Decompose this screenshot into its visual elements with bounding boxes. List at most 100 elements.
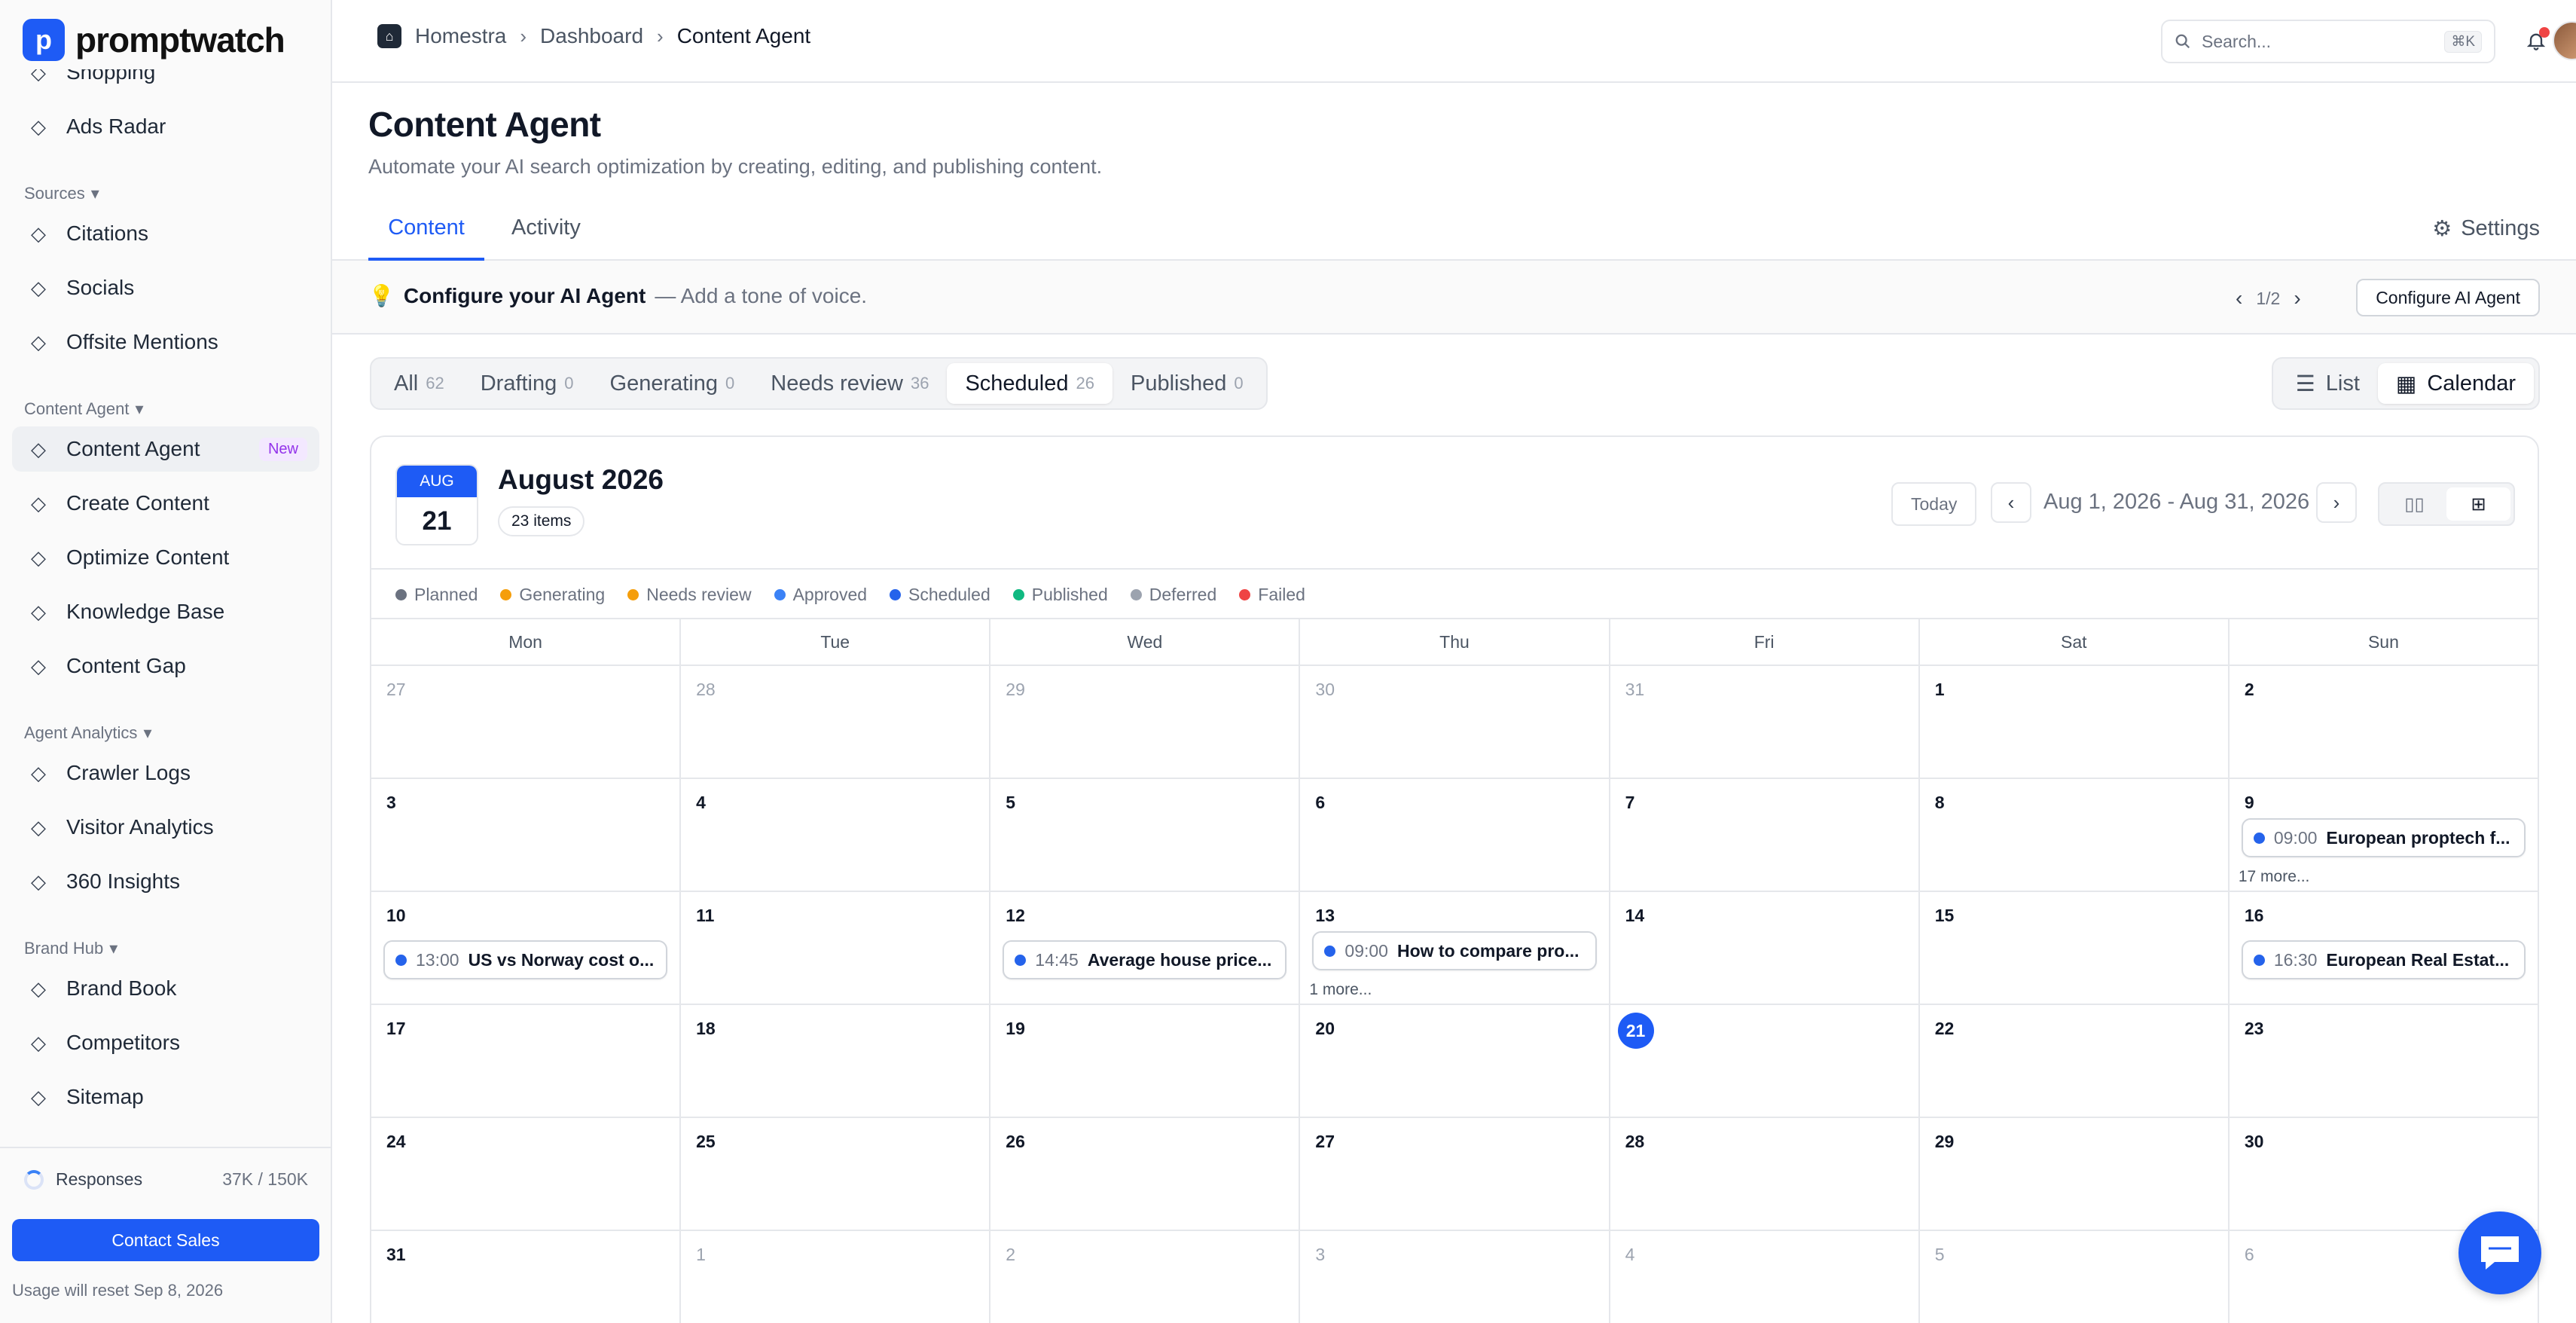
- next-month-button[interactable]: ›: [2316, 482, 2357, 523]
- settings-button[interactable]: ⚙ Settings: [2432, 215, 2540, 242]
- sidebar-item-offsite-mentions[interactable]: ◇ Offsite Mentions: [12, 319, 319, 365]
- sidebar-item-create-content[interactable]: ◇ Create Content: [12, 481, 319, 526]
- calendar-view-button[interactable]: ▦ Calendar: [2377, 363, 2534, 404]
- sidebar-item-knowledge-base[interactable]: ◇ Knowledge Base: [12, 589, 319, 634]
- calendar-day-cell[interactable]: 4: [1610, 1231, 1920, 1323]
- sidebar-section-heading[interactable]: Sources ▾: [24, 184, 99, 203]
- logo[interactable]: p promptwatch: [23, 18, 285, 62]
- tab-content[interactable]: Content: [368, 215, 484, 261]
- list-view-button[interactable]: ☰ List: [2278, 363, 2378, 404]
- calendar-day-cell[interactable]: 24: [371, 1118, 682, 1230]
- more-events-link[interactable]: 17 more...: [2239, 868, 2310, 886]
- calendar-day-cell[interactable]: 1: [1920, 666, 2230, 778]
- calendar-day-cell[interactable]: 22: [1920, 1005, 2230, 1117]
- calendar-day-cell[interactable]: 31: [371, 1231, 682, 1323]
- calendar-day-cell[interactable]: 2: [990, 1231, 1301, 1323]
- calendar-day-cell[interactable]: 5: [990, 779, 1301, 891]
- calendar-day-cell[interactable]: 9 09:00 European proptech f... 17 more...: [2230, 779, 2538, 891]
- calendar-day-cell[interactable]: 12 14:45 Average house price...: [990, 892, 1301, 1004]
- calendar-day-cell[interactable]: 18: [681, 1005, 991, 1117]
- tab-activity[interactable]: Activity: [511, 215, 581, 261]
- filter-drafting[interactable]: Drafting 0: [462, 363, 592, 404]
- calendar-day-cell[interactable]: 26: [990, 1118, 1301, 1230]
- week-layout-button[interactable]: ▯▯: [2382, 487, 2446, 521]
- chat-widget-button[interactable]: [2458, 1211, 2541, 1294]
- sidebar-section-heading[interactable]: Content Agent ▾: [24, 399, 144, 419]
- sidebar-item-ads-radar[interactable]: ◇ Ads Radar: [12, 104, 319, 149]
- calendar-day-cell[interactable]: 19: [990, 1005, 1301, 1117]
- calendar-event[interactable]: 09:00 European proptech f...: [2241, 818, 2526, 857]
- calendar-day-cell[interactable]: 21: [1610, 1005, 1920, 1117]
- calendar-day-cell[interactable]: 14: [1610, 892, 1920, 1004]
- calendar-day-cell[interactable]: 2: [2230, 666, 2538, 778]
- calendar-day-cell[interactable]: 27: [371, 666, 682, 778]
- sidebar-item-content-agent[interactable]: ◇ Content Agent New: [12, 426, 319, 472]
- sidebar-item-competitors[interactable]: ◇ Competitors: [12, 1020, 319, 1065]
- calendar-event[interactable]: 14:45 Average house price...: [1003, 940, 1287, 979]
- sidebar-item-sitemap[interactable]: ◇ Sitemap: [12, 1074, 319, 1120]
- calendar-event[interactable]: 16:30 European Real Estat...: [2241, 940, 2526, 979]
- calendar-day-cell[interactable]: 4: [681, 779, 991, 891]
- calendar-day-cell[interactable]: 6: [1300, 779, 1610, 891]
- calendar-day-cell[interactable]: 3: [371, 779, 682, 891]
- calendar-day-cell[interactable]: 3: [1300, 1231, 1610, 1323]
- sidebar-item-citations[interactable]: ◇ Citations: [12, 211, 319, 256]
- weekday-label: Thu: [1300, 619, 1610, 665]
- day-number: 17: [386, 1019, 406, 1038]
- sidebar-item-optimize-content[interactable]: ◇ Optimize Content: [12, 535, 319, 580]
- filter-needs-review[interactable]: Needs review 36: [752, 363, 947, 404]
- sidebar-item-socials[interactable]: ◇ Socials: [12, 265, 319, 310]
- today-button[interactable]: Today: [1891, 482, 1977, 526]
- breadcrumb-org[interactable]: Homestra: [415, 24, 506, 48]
- calendar-day-cell[interactable]: 8: [1920, 779, 2230, 891]
- more-events-link[interactable]: 1 more...: [1309, 981, 1372, 999]
- filter-scheduled[interactable]: Scheduled 26: [947, 363, 1113, 404]
- calendar-day-cell[interactable]: 28: [1610, 1118, 1920, 1230]
- breadcrumb-dashboard[interactable]: Dashboard: [540, 24, 643, 48]
- sidebar-item-content-gap[interactable]: ◇ Content Gap: [12, 643, 319, 689]
- sidebar-item-crawler-logs[interactable]: ◇ Crawler Logs: [12, 750, 319, 796]
- calendar-day-cell[interactable]: 7: [1610, 779, 1920, 891]
- calendar-day-cell[interactable]: 5: [1920, 1231, 2230, 1323]
- calendar-day-cell[interactable]: 27: [1300, 1118, 1610, 1230]
- calendar-day-cell[interactable]: 29: [990, 666, 1301, 778]
- legend-dot: [1012, 589, 1024, 600]
- calendar-event[interactable]: 13:00 US vs Norway cost o...: [383, 940, 668, 979]
- sidebar-item-shopping[interactable]: ◇ Shopping: [12, 69, 319, 95]
- calendar-day-cell[interactable]: 17: [371, 1005, 682, 1117]
- calendar-day-cell[interactable]: 31: [1610, 666, 1920, 778]
- contact-sales-button[interactable]: Contact Sales: [12, 1219, 319, 1261]
- calendar-day-cell[interactable]: 1: [681, 1231, 991, 1323]
- sidebar-section-heading[interactable]: Brand Hub ▾: [24, 939, 118, 958]
- calendar-day-cell[interactable]: 25: [681, 1118, 991, 1230]
- day-number: 31: [1625, 680, 1645, 699]
- calendar-day-cell[interactable]: 29: [1920, 1118, 2230, 1230]
- chart-line-icon: ◇: [31, 815, 46, 839]
- filter-all[interactable]: All 62: [376, 363, 462, 404]
- sidebar-item-brand-book[interactable]: ◇ Brand Book: [12, 966, 319, 1011]
- filter-published[interactable]: Published 0: [1113, 363, 1262, 404]
- prev-month-button[interactable]: ‹: [1991, 482, 2031, 523]
- sidebar-item-360-insights[interactable]: ◇ 360 Insights: [12, 859, 319, 904]
- calendar-day-cell[interactable]: 23: [2230, 1005, 2538, 1117]
- month-layout-button[interactable]: ⊞: [2446, 487, 2510, 521]
- calendar-day-cell[interactable]: 11: [681, 892, 991, 1004]
- calendar-day-cell[interactable]: 10 13:00 US vs Norway cost o...: [371, 892, 682, 1004]
- avatar[interactable]: [2553, 21, 2576, 60]
- chevron-right-icon[interactable]: ›: [2294, 286, 2300, 310]
- calendar-event[interactable]: 09:00 How to compare pro...: [1312, 931, 1597, 970]
- configure-agent-button[interactable]: Configure AI Agent: [2356, 279, 2540, 316]
- search-input[interactable]: Search... ⌘K: [2161, 20, 2495, 63]
- notification-bell-icon[interactable]: [2521, 26, 2551, 56]
- sidebar-section-heading[interactable]: Agent Analytics ▾: [24, 723, 151, 743]
- calendar-day-cell[interactable]: 20: [1300, 1005, 1610, 1117]
- calendar-day-cell[interactable]: 13 09:00 How to compare pro... 1 more...: [1300, 892, 1610, 1004]
- chevron-left-icon[interactable]: ‹: [2236, 286, 2242, 310]
- calendar-day-cell[interactable]: 30: [1300, 666, 1610, 778]
- calendar-day-cell[interactable]: 15: [1920, 892, 2230, 1004]
- calendar-icon: ▦: [2395, 371, 2417, 396]
- filter-generating[interactable]: Generating 0: [592, 363, 753, 404]
- calendar-day-cell[interactable]: 28: [681, 666, 991, 778]
- calendar-day-cell[interactable]: 16 16:30 European Real Estat...: [2230, 892, 2538, 1004]
- sidebar-item-visitor-analytics[interactable]: ◇ Visitor Analytics: [12, 805, 319, 850]
